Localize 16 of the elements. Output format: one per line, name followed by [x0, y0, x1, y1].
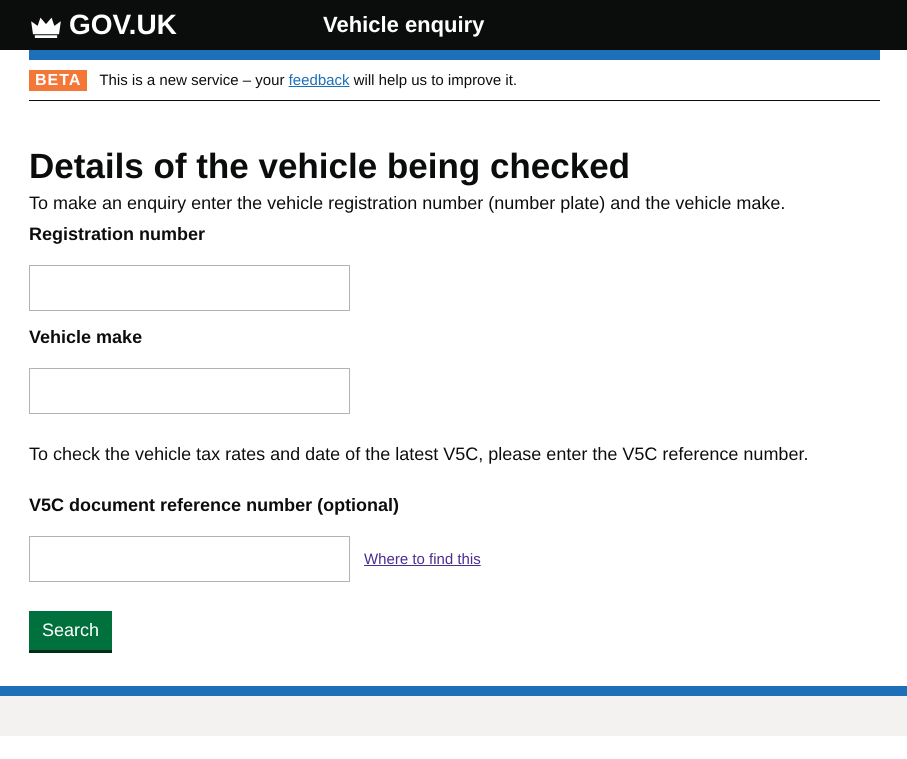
input-field[interactable] [29, 536, 350, 582]
help-link[interactable]: Where to find this [364, 550, 481, 568]
input-field[interactable] [29, 368, 350, 414]
feedback-link[interactable]: feedback [288, 72, 350, 89]
intro-text: To make an enquiry enter the vehicle registration number (number plate) and the vehicle make. [29, 193, 786, 214]
field-label: V5C document reference number (optional) [29, 495, 400, 516]
input-field[interactable] [29, 265, 350, 311]
field-label: Registration number [29, 224, 206, 245]
govuk-logo-link[interactable]: GOV.UK [29, 9, 323, 41]
v5c-note-text: To check the vehicle tax rates and date of the latest V5C, please enter the V5C reference number. [29, 444, 810, 465]
beta-tag: BETA [29, 70, 88, 91]
search-button[interactable]: Search [29, 611, 112, 650]
phase-banner-text: This is a new service – your feedback will help us to improve it. [99, 72, 518, 89]
field-label: Vehicle make [29, 327, 144, 348]
page-heading: Details of the vehicle being checked [29, 147, 632, 187]
service-name-link[interactable]: Vehicle enquiry [323, 12, 484, 38]
